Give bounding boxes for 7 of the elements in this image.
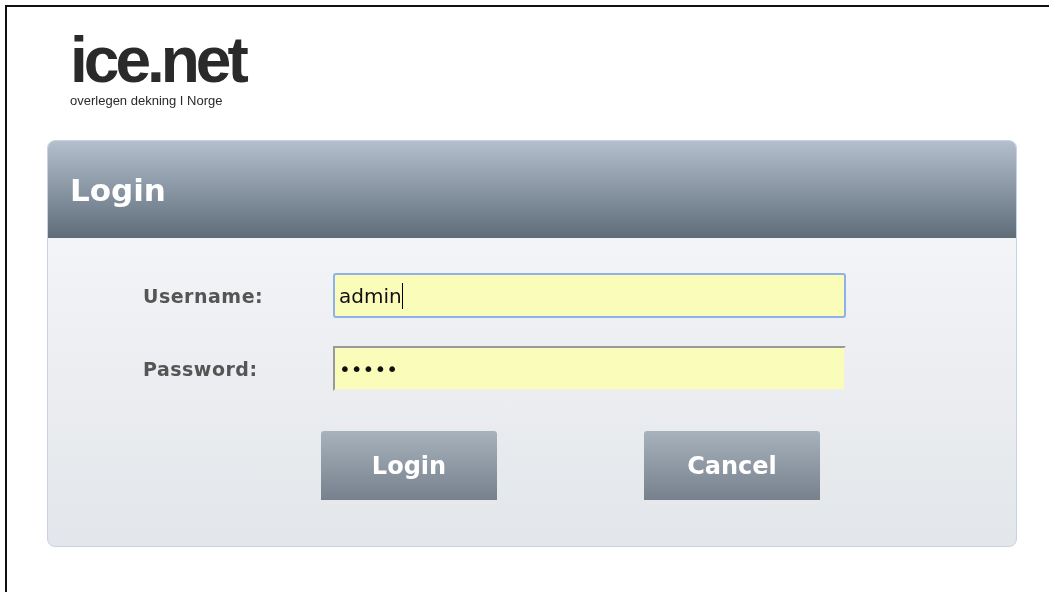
field-label: Password: — [143, 357, 259, 380]
input-field[interactable]: admin — [333, 273, 846, 318]
logo-wordmark: ice.net — [70, 29, 245, 91]
input-field[interactable]: ••••• — [333, 346, 846, 391]
field-label: Username: — [143, 284, 265, 307]
panel-title: Login — [70, 171, 166, 208]
logo-tagline: overlegen dekning I Norge — [70, 93, 223, 108]
